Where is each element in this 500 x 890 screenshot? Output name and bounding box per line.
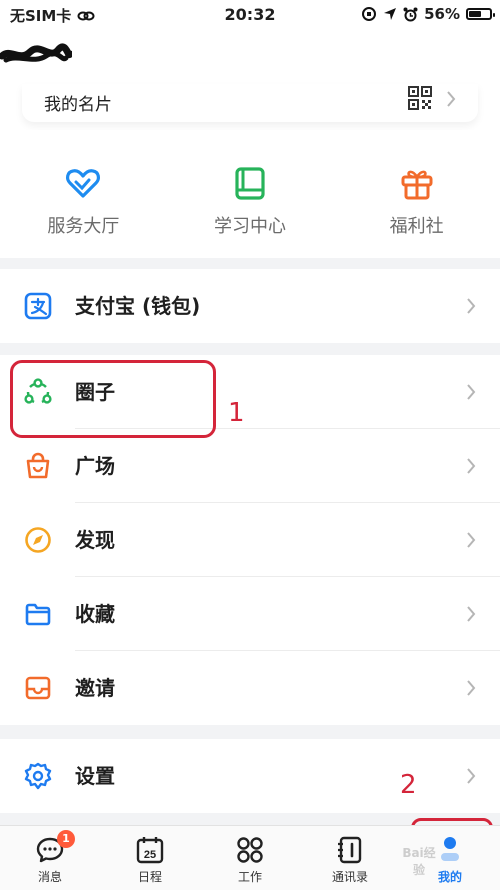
shopping-bag-icon (26, 452, 50, 479)
menu-group-settings: 设置 (0, 739, 500, 813)
chevron-right-icon (467, 458, 476, 474)
tab-messages[interactable]: 1 消息 (0, 826, 100, 890)
compass-icon (25, 527, 51, 553)
annotation-number-step2: 2 (400, 770, 417, 800)
profile-dot-icon (441, 837, 459, 861)
tab-me[interactable]: Bai经验 我的 (400, 826, 500, 890)
heart-icon (66, 169, 101, 198)
annotation-box-step1 (10, 360, 216, 438)
calendar-day: 25 (144, 849, 156, 861)
battery-percent: 56% (424, 5, 460, 23)
profile-header (0, 30, 500, 84)
quick-item-label: 福利社 (389, 216, 444, 237)
gear-icon (24, 762, 52, 790)
watermark: Bai经验 (402, 846, 436, 877)
namecard-label: 我的名片 (44, 95, 112, 115)
chevron-right-icon (467, 384, 476, 400)
quick-item-welfare[interactable]: 福利社 (347, 130, 487, 258)
chevron-right-icon (467, 606, 476, 622)
lock-rotation-icon (362, 7, 377, 21)
chevron-right-icon (447, 91, 456, 107)
tab-label: 通讯录 (331, 870, 368, 884)
status-bar: 无SIM卡 20:32 56% (0, 0, 500, 30)
address-book-icon (338, 836, 362, 864)
tab-contacts[interactable]: 通讯录 (300, 826, 400, 890)
quick-item-label: 服务大厅 (47, 216, 120, 237)
menu-group-wallet: 支付宝 (钱包) (0, 269, 500, 343)
calendar-icon: 25 (136, 837, 164, 864)
location-icon (384, 8, 397, 20)
inbox-icon (25, 676, 51, 700)
tab-label: 日程 (137, 870, 162, 884)
quick-item-service-hall[interactable]: 服务大厅 (13, 130, 153, 258)
namecard-row[interactable]: 我的名片 (22, 84, 478, 122)
menu-item-label: 收藏 (75, 602, 115, 626)
folder-icon (25, 603, 51, 626)
alarm-icon (403, 7, 418, 21)
battery-icon (466, 8, 495, 20)
book-icon (235, 167, 265, 200)
chevron-right-icon (467, 298, 476, 314)
tab-calendar[interactable]: 25 日程 (100, 826, 200, 890)
quick-item-learning-center[interactable]: 学习中心 (180, 130, 320, 258)
alipay-icon (24, 292, 52, 320)
chevron-right-icon (467, 680, 476, 696)
menu-item-favorites[interactable]: 收藏 (0, 577, 500, 651)
annotation-number-step1: 1 (228, 398, 245, 428)
qr-code-icon (408, 86, 432, 110)
menu-item-discover[interactable]: 发现 (0, 503, 500, 577)
menu-item-square[interactable]: 广场 (0, 429, 500, 503)
redacted-scribble (0, 43, 72, 63)
tab-label: 工作 (237, 870, 262, 884)
menu-item-alipay[interactable]: 支付宝 (钱包) (0, 269, 500, 343)
menu-item-settings[interactable]: 设置 (0, 739, 500, 813)
bottom-tab-bar: 1 消息 25 日程 工作 通讯录 Bai经验 我的 (0, 825, 500, 890)
menu-item-label: 广场 (75, 454, 115, 478)
quick-access-grid: 服务大厅 学习中心 福利社 (0, 130, 500, 258)
tab-label: 消息 (37, 870, 62, 884)
menu-item-label: 发现 (75, 528, 115, 552)
apps-grid-icon (237, 837, 263, 863)
tab-work[interactable]: 工作 (200, 826, 300, 890)
chevron-right-icon (467, 532, 476, 548)
menu-item-label: 支付宝 (钱包) (75, 294, 201, 318)
chevron-right-icon (467, 768, 476, 784)
unread-badge: 1 (57, 830, 75, 848)
menu-item-label: 设置 (75, 764, 115, 788)
gift-icon (401, 170, 433, 200)
quick-item-label: 学习中心 (213, 216, 286, 237)
menu-item-invite[interactable]: 邀请 (0, 651, 500, 725)
menu-item-label: 邀请 (75, 676, 115, 700)
